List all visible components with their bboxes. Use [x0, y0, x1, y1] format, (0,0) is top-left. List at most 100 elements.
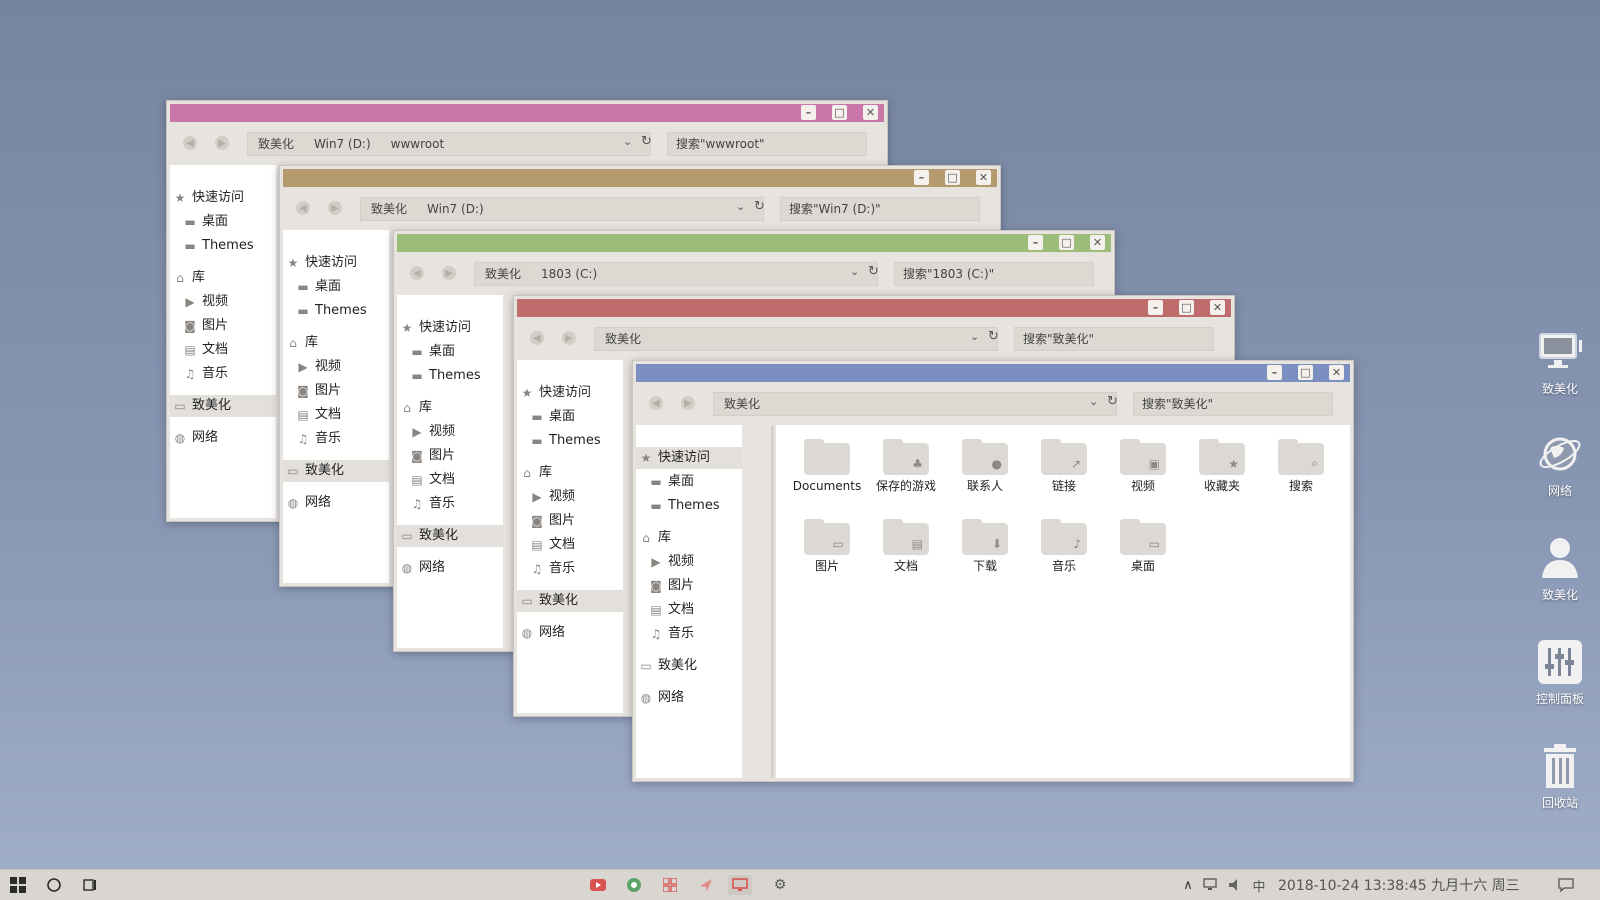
maximize-button[interactable]: □ [832, 105, 847, 120]
folder-item[interactable]: ▣ 视频 [1106, 439, 1180, 493]
windows-start-icon[interactable] [8, 875, 28, 895]
search-box[interactable]: 搜索"wwwroot" [667, 132, 867, 156]
search-box[interactable]: 搜索"Win7 (D:)" [780, 197, 980, 221]
sidebar-item-computer[interactable]: ▭ 致美化 [170, 395, 276, 417]
sidebar-item-folder[interactable]: ▬ Themes [636, 495, 742, 517]
window-titlebar[interactable]: – □ ✕ [283, 169, 997, 187]
taskbar-clock[interactable]: 2018-10-24 13:38:45 九月十六 周三 [1278, 875, 1548, 895]
close-button[interactable]: ✕ [1090, 235, 1105, 250]
back-arrow-icon[interactable]: ◀ [296, 201, 310, 215]
sidebar-item-network[interactable]: ◍ 网络 [517, 622, 623, 644]
sidebar-item-star[interactable]: ★ 快速访问 [283, 252, 389, 274]
maximize-button[interactable]: □ [1179, 300, 1194, 315]
sidebar-item-music[interactable]: ♫ 音乐 [517, 558, 623, 580]
sidebar-item-video[interactable]: ▶ 视频 [170, 291, 276, 313]
forward-arrow-icon[interactable]: ▶ [442, 266, 456, 280]
search-circle-icon[interactable] [44, 875, 64, 895]
back-arrow-icon[interactable]: ◀ [410, 266, 424, 280]
sidebar-item-computer[interactable]: ▭ 致美化 [397, 525, 503, 547]
refresh-icon[interactable]: ↻ [1107, 394, 1118, 409]
sidebar-item-network[interactable]: ◍ 网络 [170, 427, 276, 449]
refresh-icon[interactable]: ↻ [754, 199, 765, 214]
maximize-button[interactable]: □ [1059, 235, 1074, 250]
folder-item[interactable]: ● 联系人 [948, 439, 1022, 493]
forward-arrow-icon[interactable]: ▶ [681, 396, 695, 410]
volume-icon[interactable] [1226, 875, 1244, 895]
sidebar-item-folder[interactable]: ▬ Themes [283, 300, 389, 322]
folder-item[interactable]: ▭ 桌面 [1106, 519, 1180, 573]
close-button[interactable]: ✕ [863, 105, 878, 120]
desktop-icon-control-panel[interactable]: 控制面板 [1520, 638, 1600, 707]
minimize-button[interactable]: – [1028, 235, 1043, 250]
desktop-icon-user[interactable]: 致美化 [1520, 534, 1600, 603]
plane-icon[interactable] [696, 875, 716, 895]
address-segment[interactable]: wwwroot [391, 137, 445, 151]
tray-expand-icon[interactable]: ∧ [1180, 875, 1196, 895]
sidebar-item-picture[interactable]: ◙ 图片 [397, 445, 503, 467]
folder-item[interactable]: ↗ 链接 [1027, 439, 1101, 493]
folder-item[interactable]: ♪ 音乐 [1027, 519, 1101, 573]
close-button[interactable]: ✕ [1210, 300, 1225, 315]
window-titlebar[interactable]: – □ ✕ [636, 364, 1350, 382]
address-bar[interactable]: 致美化 Win7 (D:) [360, 197, 764, 221]
minimize-button[interactable]: – [1267, 365, 1282, 380]
sidebar-item-music[interactable]: ♫ 音乐 [397, 493, 503, 515]
window-titlebar[interactable]: – □ ✕ [397, 234, 1111, 252]
sidebar-item-network[interactable]: ◍ 网络 [283, 492, 389, 514]
sidebar-item-network[interactable]: ◍ 网络 [636, 687, 742, 709]
address-dropdown-icon[interactable]: ⌄ [736, 200, 745, 213]
sidebar-item-music[interactable]: ♫ 音乐 [283, 428, 389, 450]
settings-gear-icon[interactable]: ⚙ [770, 875, 790, 895]
address-segment[interactable]: 致美化 [605, 332, 641, 346]
sidebar-item-folder[interactable]: ▬ 桌面 [397, 341, 503, 363]
task-view-icon[interactable] [80, 875, 100, 895]
sidebar-item-star[interactable]: ★ 快速访问 [517, 382, 623, 404]
network-tray-icon[interactable] [1202, 875, 1220, 895]
chrome-icon[interactable] [624, 875, 644, 895]
address-segment[interactable]: 致美化 [724, 397, 760, 411]
sidebar-item-network[interactable]: ◍ 网络 [397, 557, 503, 579]
search-box[interactable]: 搜索"致美化" [1133, 392, 1333, 416]
address-bar[interactable]: 致美化 [713, 392, 1117, 416]
address-bar[interactable]: 致美化 [594, 327, 998, 351]
search-box[interactable]: 搜索"1803 (C:)" [894, 262, 1094, 286]
minimize-button[interactable]: – [1148, 300, 1163, 315]
address-segment[interactable]: 1803 (C:) [541, 267, 597, 281]
forward-arrow-icon[interactable]: ▶ [215, 136, 229, 150]
close-button[interactable]: ✕ [1329, 365, 1344, 380]
sidebar-item-document[interactable]: ▤ 文档 [170, 339, 276, 361]
address-bar[interactable]: 致美化 Win7 (D:) wwwroot [247, 132, 651, 156]
folder-item[interactable]: ⌕ 搜索 [1264, 439, 1338, 493]
sidebar-item-library[interactable]: ⌂ 库 [397, 397, 503, 419]
folder-item[interactable]: ▭ 图片 [790, 519, 864, 573]
back-arrow-icon[interactable]: ◀ [183, 136, 197, 150]
address-segment[interactable]: 致美化 [258, 137, 294, 151]
sidebar-item-video[interactable]: ▶ 视频 [397, 421, 503, 443]
sidebar-item-computer[interactable]: ▭ 致美化 [636, 655, 742, 677]
pane-divider[interactable] [771, 425, 774, 778]
address-segment[interactable]: 致美化 [371, 202, 407, 216]
folder-item[interactable]: ▤ 文档 [869, 519, 943, 573]
address-segment[interactable]: 致美化 [485, 267, 521, 281]
minimize-button[interactable]: – [914, 170, 929, 185]
desktop-icon-recycle-bin[interactable]: 回收站 [1520, 742, 1600, 811]
sidebar-item-picture[interactable]: ◙ 图片 [517, 510, 623, 532]
back-arrow-icon[interactable]: ◀ [530, 331, 544, 345]
folder-item[interactable]: Documents [790, 439, 864, 493]
minimize-button[interactable]: – [801, 105, 816, 120]
sidebar-item-star[interactable]: ★ 快速访问 [636, 447, 742, 469]
refresh-icon[interactable]: ↻ [868, 264, 879, 279]
back-arrow-icon[interactable]: ◀ [649, 396, 663, 410]
sidebar-item-folder[interactable]: ▬ 桌面 [636, 471, 742, 493]
sidebar-item-star[interactable]: ★ 快速访问 [170, 187, 276, 209]
sidebar-item-library[interactable]: ⌂ 库 [517, 462, 623, 484]
forward-arrow-icon[interactable]: ▶ [562, 331, 576, 345]
folder-item[interactable]: ★ 收藏夹 [1185, 439, 1259, 493]
sidebar-item-folder[interactable]: ▬ Themes [517, 430, 623, 452]
sidebar-item-folder[interactable]: ▬ 桌面 [170, 211, 276, 233]
folder-item[interactable]: ♣ 保存的游戏 [869, 439, 943, 493]
address-dropdown-icon[interactable]: ⌄ [850, 265, 859, 278]
apps-grid-icon[interactable] [660, 875, 680, 895]
desktop-icon-computer[interactable]: 致美化 [1520, 328, 1600, 397]
sidebar-item-picture[interactable]: ◙ 图片 [283, 380, 389, 402]
